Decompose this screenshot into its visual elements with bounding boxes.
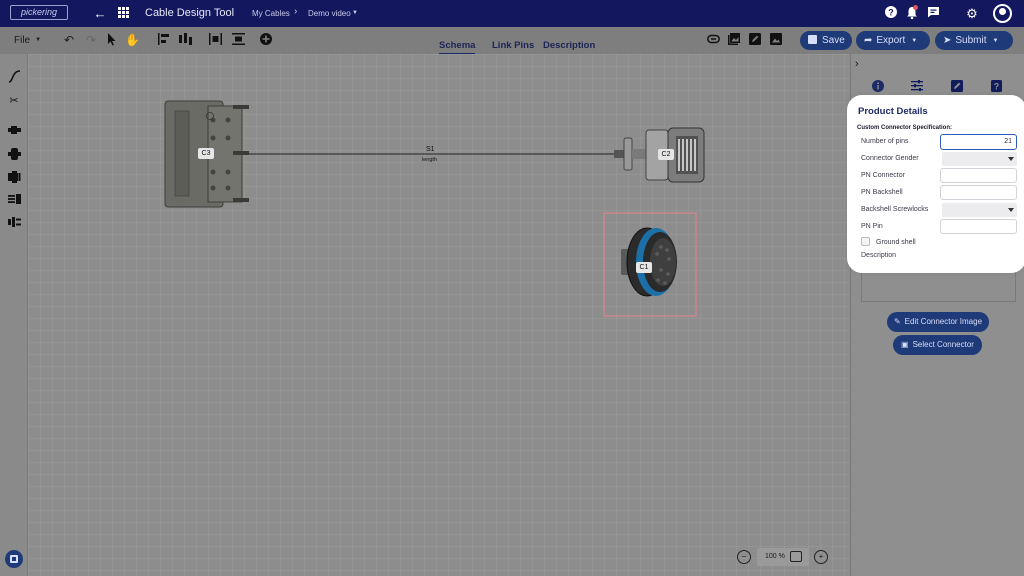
pn-connector-label: PN Connector: [861, 172, 905, 179]
submit-icon: ➤: [943, 35, 952, 46]
connector-gender-label: Connector Gender: [861, 155, 919, 162]
chevron-down-icon[interactable]: ▼: [352, 10, 358, 16]
save-button[interactable]: Save: [800, 31, 852, 50]
export-icon: ➦: [864, 35, 873, 46]
export-button-label: Export: [876, 35, 906, 46]
breadcrumb-demo-video[interactable]: Demo video: [308, 9, 351, 18]
pickering-logo[interactable]: pickering: [10, 5, 68, 20]
feedback-icon[interactable]: [926, 6, 940, 22]
main-toolbar: File ▼ ↶ ↷ ✋ Schema Link Pins Description…: [0, 27, 1024, 55]
zoom-in-icon[interactable]: +: [814, 550, 828, 564]
breadcrumb-separator: ›: [294, 6, 298, 17]
submit-button[interactable]: ➤ Submit ▼: [935, 31, 1013, 50]
align-left-icon[interactable]: [157, 33, 171, 47]
number-of-pins-input[interactable]: 21: [940, 134, 1017, 150]
tab-link-pins[interactable]: Link Pins: [492, 40, 534, 51]
attachment-icon[interactable]: [706, 33, 720, 47]
zoom-level-text: 100 %: [765, 553, 785, 560]
number-of-pins-label: Number of pins: [861, 138, 909, 145]
svg-text:?: ?: [993, 82, 999, 92]
chevron-down-icon: ▼: [992, 38, 999, 44]
image-library-icon[interactable]: [727, 33, 741, 47]
curve-tool-icon[interactable]: [7, 70, 21, 84]
save-icon: [808, 35, 817, 44]
chat-support-icon[interactable]: [5, 550, 23, 568]
scissors-icon[interactable]: ✂: [7, 94, 21, 108]
ground-shell-label: Ground shell: [876, 239, 916, 246]
schema-canvas[interactable]: C3 C2 C1 S1 length: [28, 54, 850, 576]
undo-icon[interactable]: ↶: [62, 33, 76, 47]
schema-diagram: [164, 100, 705, 317]
connector-c3-label: C3: [198, 148, 214, 159]
help-icon[interactable]: ?: [884, 6, 898, 22]
product-details-title: Product Details: [858, 106, 928, 117]
save-button-label: Save: [822, 35, 845, 46]
apps-grid-icon[interactable]: [116, 6, 130, 22]
breadcrumb-my-cables[interactable]: My Cables: [252, 9, 290, 18]
pn-backshell-label: PN Backshell: [861, 189, 903, 196]
edit-connector-image-button[interactable]: ✎ Edit Connector Image: [887, 312, 989, 332]
chevron-down-icon: ▼: [911, 38, 918, 44]
description-label: Description: [861, 252, 897, 259]
tab-settings-sliders-icon[interactable]: [909, 80, 925, 94]
settings-gear-icon[interactable]: ⚙: [964, 6, 980, 22]
edit-connector-image-label: Edit Connector Image: [904, 317, 983, 326]
tab-info-icon[interactable]: [864, 80, 892, 99]
user-avatar-icon[interactable]: [993, 4, 1012, 23]
top-bar: pickering ← Cable Design Tool My Cables …: [0, 0, 1024, 27]
tab-description[interactable]: Description: [543, 40, 595, 51]
notification-badge: [913, 5, 918, 10]
chevron-down-icon: ▼: [35, 37, 42, 44]
pn-pin-label: PN Pin: [861, 223, 883, 230]
connector-type-2-icon[interactable]: [7, 148, 21, 162]
add-circle-icon[interactable]: [259, 33, 273, 47]
zoom-out-icon[interactable]: −: [737, 550, 751, 564]
product-details-card: Product Details Custom Connector Specifi…: [850, 98, 1023, 270]
redo-icon[interactable]: ↷: [84, 33, 98, 47]
svg-text:?: ?: [888, 8, 894, 18]
component-sidebar: ✂: [0, 54, 28, 576]
connector-c1-label: C1: [636, 262, 652, 273]
edit-icon: ✎: [893, 317, 901, 326]
cable-s1-label: S1: [426, 146, 435, 153]
custom-spec-subtitle: Custom Connector Specification:: [857, 125, 953, 131]
export-image-icon[interactable]: [769, 33, 783, 47]
tab-help-icon[interactable]: ?: [988, 80, 1004, 94]
file-menu[interactable]: File ▼: [14, 35, 41, 46]
pan-hand-icon[interactable]: ✋: [125, 33, 140, 47]
align-center-icon[interactable]: [208, 33, 222, 47]
tab-schema[interactable]: Schema: [439, 40, 476, 55]
pn-pin-input[interactable]: [940, 219, 1017, 234]
back-arrow-icon[interactable]: ←: [92, 6, 108, 22]
pointer-icon[interactable]: [105, 33, 119, 47]
tab-edit-icon[interactable]: [949, 80, 965, 94]
connector-type-1-icon[interactable]: [7, 125, 21, 139]
submit-button-label: Submit: [955, 35, 987, 46]
connector-type-3-icon[interactable]: [7, 171, 21, 185]
backshell-screwlocks-select[interactable]: [942, 203, 1017, 217]
ground-shell-checkbox[interactable]: [861, 237, 870, 246]
connector-c2-label: C2: [658, 149, 674, 160]
edit-note-icon[interactable]: [748, 33, 762, 47]
app-title: Cable Design Tool: [145, 7, 235, 19]
collapse-panel-chevron-icon[interactable]: ›: [855, 58, 859, 70]
backshell-screwlocks-label: Backshell Screwlocks: [861, 206, 929, 213]
distribute-icon[interactable]: [178, 33, 192, 47]
align-middle-icon[interactable]: [231, 33, 245, 47]
pn-connector-input[interactable]: [940, 168, 1017, 183]
connector-type-5-icon[interactable]: [7, 217, 21, 231]
select-connector-label: Select Connector: [912, 340, 974, 349]
fit-screen-icon[interactable]: [790, 551, 802, 562]
export-button[interactable]: ➦ Export ▼: [856, 31, 930, 50]
pn-backshell-input[interactable]: [940, 185, 1017, 200]
select-connector-button[interactable]: ▣ Select Connector: [893, 335, 982, 355]
cable-s1-length-label: length: [422, 157, 437, 163]
select-icon: ▣: [901, 340, 909, 349]
file-menu-label: File: [14, 35, 31, 46]
connector-type-4-icon[interactable]: [7, 194, 21, 208]
connector-gender-select[interactable]: [942, 152, 1017, 166]
